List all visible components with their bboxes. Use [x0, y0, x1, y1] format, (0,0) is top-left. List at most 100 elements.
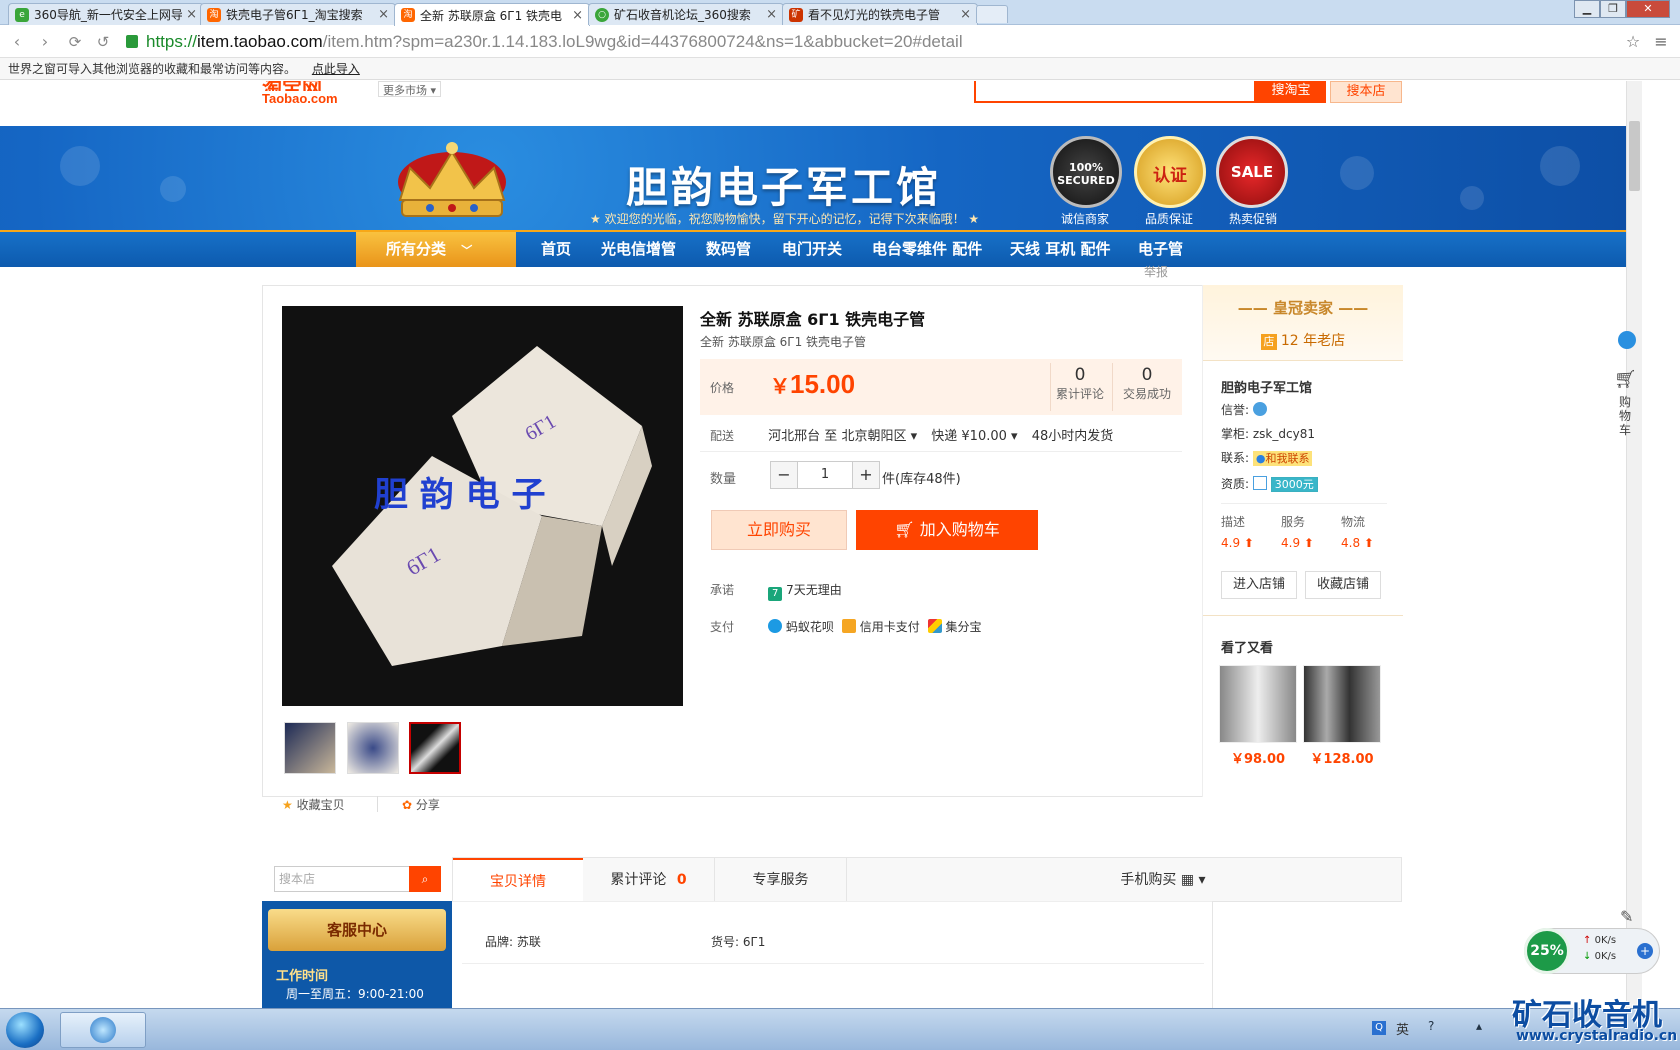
- search-store-button[interactable]: 搜本店: [1330, 81, 1402, 103]
- product-thumbnail-selected[interactable]: [409, 722, 461, 774]
- all-categories-label: 所有分类: [386, 240, 447, 258]
- seller-name[interactable]: 胆韵电子军工馆: [1221, 377, 1312, 396]
- tab-title: 全新 苏联原盒 6Г1 铁壳电: [420, 8, 563, 23]
- restore-button[interactable]: ❐: [1600, 0, 1626, 18]
- search-icon[interactable]: ⌕: [409, 866, 441, 892]
- shipping-method-dropdown[interactable]: 快递 ¥10.00 ▾: [931, 429, 1017, 444]
- customer-service-panel: 客服中心 工作时间 周一至周五：9:00-21:00: [262, 901, 452, 1008]
- forward-icon[interactable]: ›: [34, 32, 56, 52]
- shipping-method: 快递 ¥10.00: [931, 429, 1007, 444]
- product-thumbnail[interactable]: [284, 722, 336, 774]
- close-icon[interactable]: ×: [378, 7, 389, 22]
- detail-side-panel: [1212, 901, 1402, 1008]
- score-label: 物流: [1341, 515, 1366, 529]
- score-description: 描述 4.9 ⬆: [1221, 513, 1281, 550]
- menu-icon[interactable]: ≡: [1650, 32, 1672, 52]
- nav-item-home[interactable]: 首页: [541, 232, 571, 267]
- undo-icon[interactable]: ↺: [92, 32, 114, 52]
- shipping-to-dropdown[interactable]: 北京朝阳区 ▾: [841, 429, 917, 444]
- all-categories-button[interactable]: 所有分类 ﹀: [356, 232, 516, 267]
- fav-label: 收藏宝贝: [296, 798, 345, 812]
- deposit-badge[interactable]: 3000元: [1270, 477, 1318, 492]
- close-icon[interactable]: ×: [186, 7, 197, 22]
- rec-item-image[interactable]: [1303, 665, 1381, 743]
- url-host: item.taobao.com: [197, 32, 323, 51]
- forum-icon: 矿: [789, 7, 803, 22]
- new-tab-button[interactable]: [976, 5, 1008, 23]
- 360-icon: e: [15, 7, 29, 22]
- close-icon[interactable]: ×: [960, 7, 971, 22]
- quantity-plus-button[interactable]: +: [852, 461, 880, 489]
- nav-item-tubes[interactable]: 电子管: [1138, 232, 1183, 267]
- tab-360-nav[interactable]: e 360导航_新一代安全上网导 ×: [8, 3, 204, 25]
- shipping-to: 北京朝阳区: [841, 429, 907, 444]
- rec-item-price[interactable]: ￥98.00: [1219, 748, 1297, 767]
- plus-icon[interactable]: +: [1637, 943, 1653, 959]
- credit-diamond-icon: [1252, 402, 1267, 416]
- rec-item-image[interactable]: [1219, 665, 1297, 743]
- price-box: 价格 ￥15.00 0 累计评论 0 交易成功: [700, 359, 1182, 415]
- nav-item-photo-tubes[interactable]: 光电信增管: [601, 232, 676, 267]
- tab-title: 360导航_新一代安全上网导: [34, 8, 183, 22]
- close-window-button[interactable]: ✕: [1626, 0, 1670, 18]
- fav-product-link[interactable]: ★ 收藏宝贝: [282, 796, 345, 813]
- refresh-icon[interactable]: ⟳: [64, 32, 86, 52]
- tab-reviews[interactable]: 累计评论 0: [583, 858, 715, 902]
- close-icon[interactable]: ×: [766, 7, 777, 22]
- pen-icon[interactable]: ✎: [1620, 907, 1633, 926]
- nav-item-switches[interactable]: 电门开关: [782, 232, 842, 267]
- tab-details[interactable]: 宝贝详情: [453, 858, 583, 903]
- start-button-icon[interactable]: [6, 1012, 44, 1048]
- fav-store-button[interactable]: 收藏店铺: [1305, 571, 1381, 599]
- taobao-icon: 淘: [207, 7, 221, 22]
- divider: [452, 901, 1212, 902]
- input-method-icon[interactable]: Q: [1372, 1021, 1386, 1035]
- product-photo: 6Г1 6Г1 胆 韵 电 子: [282, 306, 683, 706]
- market-dropdown[interactable]: 更多市场 ▾: [378, 81, 442, 97]
- contact-seller-button[interactable]: ●和我联系: [1252, 451, 1313, 466]
- seller-owner: 掌柜: zsk_dcy81: [1221, 425, 1315, 442]
- store-search-input[interactable]: 搜本店: [274, 866, 410, 892]
- share-link[interactable]: ✿ 分享: [402, 796, 440, 813]
- back-icon[interactable]: ‹: [6, 32, 28, 52]
- quantity-input[interactable]: 1: [798, 461, 852, 489]
- taskbar-browser-button[interactable]: [60, 1012, 146, 1048]
- rec-item-price[interactable]: ￥128.00: [1303, 748, 1381, 767]
- enter-store-button[interactable]: 进入店铺: [1221, 571, 1297, 599]
- help-icon[interactable]: ?: [1428, 1019, 1434, 1033]
- star-icon[interactable]: ☆: [1622, 32, 1644, 52]
- add-to-cart-button[interactable]: 🛒︎ 加入购物车: [856, 510, 1038, 550]
- product-thumbnail[interactable]: [347, 722, 399, 774]
- deal-label: 交易成功: [1122, 387, 1171, 401]
- tab-taobao-search[interactable]: 淘 铁壳电子管6Г1_淘宝搜索 ×: [200, 3, 396, 25]
- tray-expand-icon[interactable]: ▴: [1476, 1019, 1482, 1033]
- minimize-button[interactable]: ▁: [1574, 0, 1600, 18]
- tab-product[interactable]: 淘 全新 苏联原盒 6Г1 铁壳电 ×: [394, 3, 590, 26]
- promise-text[interactable]: 7天无理由: [786, 583, 842, 597]
- nav-item-radio-parts[interactable]: 电台零维件 配件: [872, 232, 982, 267]
- url-field[interactable]: https://item.taobao.com/item.htm?spm=a23…: [146, 31, 963, 53]
- owner-name[interactable]: zsk_dcy81: [1253, 427, 1315, 441]
- nav-item-nixie[interactable]: 数码管: [706, 232, 751, 267]
- nav-item-antenna[interactable]: 天线 耳机 配件: [1010, 232, 1110, 267]
- buy-now-button[interactable]: 立即购买: [711, 510, 847, 550]
- report-link[interactable]: 举报: [1144, 263, 1168, 280]
- tab-forum[interactable]: 矿 看不见灯光的铁壳电子管 ×: [782, 3, 978, 25]
- score-logistics: 物流 4.8 ⬆: [1341, 513, 1401, 550]
- quantity-minus-button[interactable]: −: [770, 461, 798, 489]
- close-icon[interactable]: ×: [572, 8, 583, 23]
- site-search-input[interactable]: [974, 81, 1256, 103]
- cart-label[interactable]: 购物车: [1618, 395, 1632, 437]
- cart-icon[interactable]: 🛒︎: [1614, 369, 1637, 390]
- mobile-buy-button[interactable]: 手机购买 ▦ ▾: [1093, 858, 1233, 902]
- tab-services[interactable]: 专享服务: [715, 858, 847, 902]
- language-indicator[interactable]: 英: [1396, 1019, 1409, 1038]
- wangwang-icon[interactable]: [1618, 331, 1636, 349]
- import-link[interactable]: 点此导入: [312, 62, 360, 76]
- review-stat[interactable]: 0 累计评论: [1050, 365, 1110, 402]
- product-main-image[interactable]: 6Г1 6Г1 胆 韵 电 子: [282, 306, 683, 706]
- search-taobao-button[interactable]: 搜淘宝: [1256, 81, 1326, 103]
- score-label: 服务: [1281, 515, 1306, 529]
- taobao-logo[interactable]: 淘宝网 Taobao.com: [262, 81, 362, 109]
- tab-360-search[interactable]: ○ 矿石收音机论坛_360搜索 ×: [588, 3, 784, 25]
